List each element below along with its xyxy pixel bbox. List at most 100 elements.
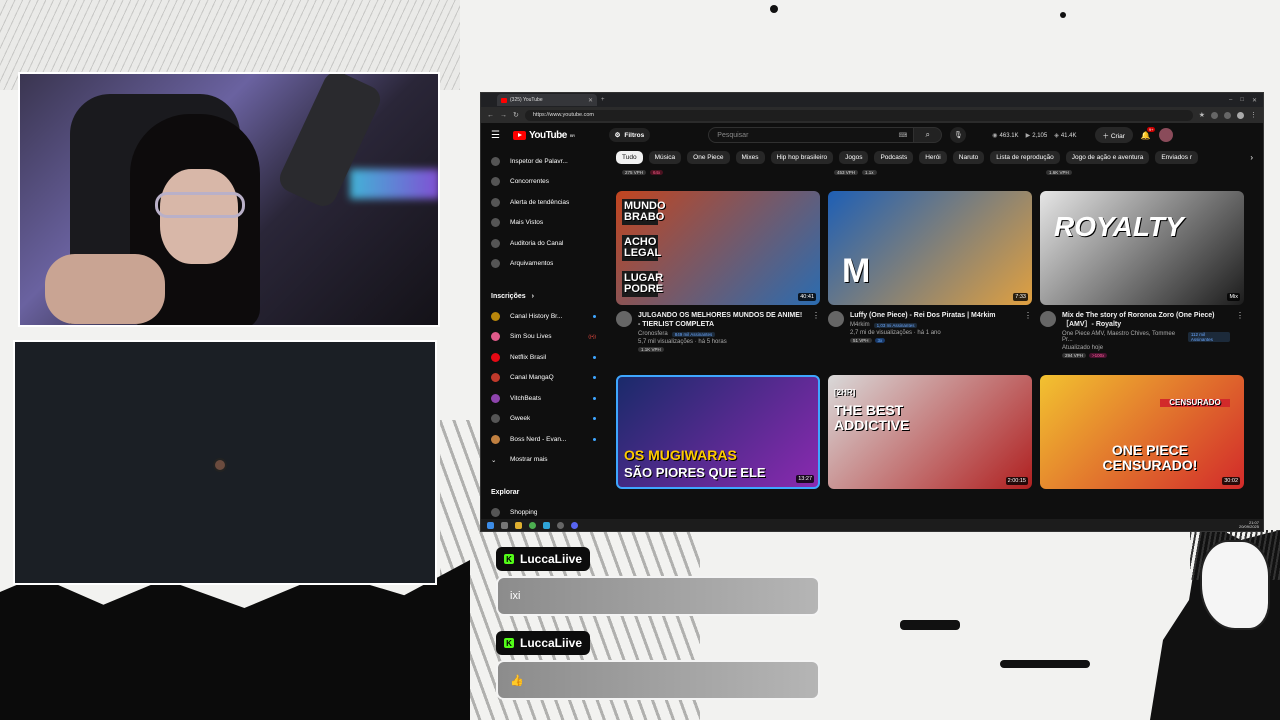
star-icon[interactable]: ★ bbox=[1199, 111, 1205, 119]
thumbnail-text: SÃO PIORES QUE ELE bbox=[624, 465, 766, 480]
video-title[interactable]: Luffy (One Piece) - Rei Dos Piratas | M4… bbox=[850, 311, 1018, 320]
video-thumbnail[interactable]: ROYALTY Mix bbox=[1040, 191, 1244, 305]
chip-10[interactable]: Jogo de ação e aventura bbox=[1065, 150, 1150, 164]
search-button[interactable]: ⌕ bbox=[914, 127, 943, 143]
channel-name[interactable]: M4rkim 1,03 mi Assinantes bbox=[850, 322, 1018, 328]
vph-metric: 453 VPH 1.1x bbox=[828, 169, 1040, 175]
video-thumbnail[interactable]: [2HR] THE BEST ADDICTIVE 2:00:15 bbox=[828, 375, 1032, 489]
chip-3[interactable]: Mixes bbox=[735, 150, 765, 164]
extension-icon[interactable] bbox=[1224, 111, 1231, 119]
video-thumbnail[interactable]: OS MUGIWARAS SÃO PIORES QUE ELE 13:27 bbox=[616, 375, 820, 489]
sidebar-item-tool[interactable]: Arquivamentos bbox=[491, 254, 596, 275]
minimize-icon[interactable]: – bbox=[1229, 97, 1232, 104]
chevron-right-icon[interactable]: › bbox=[1250, 153, 1253, 162]
explore-header: Explorar bbox=[491, 488, 520, 496]
channel-avatar[interactable] bbox=[616, 311, 632, 327]
show-more-button[interactable]: ⌄ Mostrar mais bbox=[491, 450, 596, 471]
sidebar-item-subscription[interactable]: Canal History Br... bbox=[491, 306, 596, 327]
hamburger-menu-icon[interactable]: ☰ bbox=[491, 130, 505, 141]
channel-avatar bbox=[491, 311, 500, 321]
profile-icon[interactable] bbox=[1237, 111, 1244, 119]
sidebar-item-subscription[interactable]: Sim Sou Lives ((•)) bbox=[491, 327, 596, 348]
channel-avatar[interactable] bbox=[1040, 311, 1056, 327]
extension-icon[interactable] bbox=[1211, 111, 1218, 119]
chrome-icon[interactable] bbox=[529, 521, 536, 529]
close-icon[interactable]: ✕ bbox=[588, 97, 593, 104]
sidebar-item-tool[interactable]: Auditoria do Canal bbox=[491, 233, 596, 254]
sidebar-item-tool[interactable]: Inspetor de Palavr... bbox=[491, 151, 596, 172]
sidebar-item-subscription[interactable]: Netflix Brasil bbox=[491, 347, 596, 368]
video-card[interactable]: ROYALTY Mix Mix de The story of Roronoa Zo… bbox=[1040, 191, 1244, 367]
file-explorer-icon[interactable] bbox=[515, 521, 522, 529]
discord-icon[interactable] bbox=[571, 521, 578, 529]
subscriber-count: 1,03 mi Assinantes bbox=[873, 322, 918, 328]
back-icon[interactable]: ← bbox=[487, 112, 494, 119]
channel-name[interactable]: Cronosfera 849 mil Assinantes bbox=[638, 331, 806, 337]
keyboard-icon[interactable]: ⌨ bbox=[899, 132, 908, 139]
sidebar-item-tool[interactable]: Mais Vistos bbox=[491, 213, 596, 234]
video-thumbnail[interactable]: MUNDO BRABO ACHO LEGAL LUGAR PODRE 40:41 bbox=[616, 191, 820, 305]
chip-0[interactable]: Tudo bbox=[616, 150, 643, 164]
tab-youtube[interactable]: (325) YouTube ✕ bbox=[497, 94, 597, 106]
sidebar-item-label: VitchBeats bbox=[510, 394, 541, 402]
chip-1[interactable]: Música bbox=[648, 150, 682, 164]
account-avatar[interactable] bbox=[1158, 128, 1173, 142]
forward-icon[interactable]: → bbox=[500, 112, 507, 119]
more-options-icon[interactable]: ⋮ bbox=[812, 311, 820, 367]
url-input[interactable]: https://www.youtube.com bbox=[524, 109, 1193, 121]
search-input[interactable]: Pesquisar ⌨ bbox=[708, 127, 915, 143]
chip-9[interactable]: Lista de reprodução bbox=[990, 150, 1060, 164]
chip-5[interactable]: Jogos bbox=[839, 150, 869, 164]
youtube-logo-icon bbox=[513, 130, 526, 140]
reload-icon[interactable]: ↻ bbox=[513, 111, 519, 119]
video-title[interactable]: JULGANDO OS MELHORES MUNDOS DE ANIME! - … bbox=[638, 311, 806, 329]
video-thumbnail[interactable]: M 7:33 bbox=[828, 191, 1032, 305]
video-card[interactable]: MUNDO BRABO ACHO LEGAL LUGAR PODRE 40:41 JUL… bbox=[616, 191, 820, 367]
sidebar-item-subscription[interactable]: VitchBeats bbox=[491, 388, 596, 409]
search-icon[interactable] bbox=[501, 521, 508, 529]
video-thumbnail[interactable]: CENSURADO ONE PIECE CENSURADO! 30:02 bbox=[1040, 375, 1244, 489]
thumbnail-text: LUGAR PODRE bbox=[622, 271, 664, 297]
sidebar-item-tool[interactable]: Concorrentes bbox=[491, 172, 596, 193]
chip-4[interactable]: Hip hop brasileiro bbox=[770, 150, 834, 164]
video-card[interactable]: [2HR] THE BEST ADDICTIVE 2:00:15 bbox=[828, 375, 1032, 489]
menu-icon[interactable]: ⋮ bbox=[1250, 111, 1257, 119]
windows-start-icon[interactable] bbox=[487, 521, 494, 529]
channel-name-text: Cronosfera bbox=[638, 331, 668, 338]
video-card[interactable]: M 7:33 Luffy (One Piece) - Rei Dos Piratas… bbox=[828, 191, 1032, 367]
vph-multiplier: 1.1x bbox=[862, 169, 877, 175]
shopping-bag-icon bbox=[491, 507, 500, 517]
maximize-icon[interactable]: □ bbox=[1240, 97, 1244, 104]
chip-7[interactable]: Herói bbox=[919, 150, 947, 164]
subscriptions-header[interactable]: Inscrições › bbox=[491, 286, 596, 306]
video-card[interactable]: OS MUGIWARAS SÃO PIORES QUE ELE 13:27 bbox=[616, 375, 820, 489]
thumbnail-text: ROYALTY bbox=[1054, 211, 1184, 242]
video-card[interactable]: CENSURADO ONE PIECE CENSURADO! 30:02 bbox=[1040, 375, 1244, 489]
more-options-icon[interactable]: ⋮ bbox=[1024, 311, 1032, 367]
ink-splat bbox=[900, 620, 960, 630]
sidebar-item-subscription[interactable]: Canal MangaQ bbox=[491, 368, 596, 389]
more-options-icon[interactable]: ⋮ bbox=[1236, 311, 1244, 367]
sidebar-item-subscription[interactable]: Gweek bbox=[491, 409, 596, 430]
voice-search-button[interactable]: 🎙 bbox=[950, 127, 967, 143]
search-icon: ⌕ bbox=[925, 130, 931, 139]
chip-6[interactable]: Podcasts bbox=[874, 150, 914, 164]
chip-8[interactable]: Naruto bbox=[952, 150, 985, 164]
create-button[interactable]: ＋ Criar bbox=[1094, 127, 1133, 143]
sidebar-item-label: Concorrentes bbox=[510, 178, 550, 186]
new-tab-icon[interactable]: + bbox=[601, 97, 605, 103]
close-window-icon[interactable]: ✕ bbox=[1252, 97, 1257, 104]
chip-11[interactable]: Enviados r bbox=[1155, 150, 1199, 164]
youtube-logo[interactable]: YouTube BR bbox=[513, 130, 575, 141]
notifications-bell-icon[interactable]: 🔔 9+ bbox=[1141, 126, 1156, 140]
video-title[interactable]: Mix de The story of Roronoa Zoro (One Pi… bbox=[1062, 311, 1230, 329]
chip-2[interactable]: One Piece bbox=[687, 150, 730, 164]
sidebar-item-tool[interactable]: Alerta de tendências bbox=[491, 192, 596, 213]
obs-icon[interactable] bbox=[557, 521, 564, 529]
sidebar-item-subscription[interactable]: Boss Nerd - Evan... bbox=[491, 429, 596, 450]
channel-avatar[interactable] bbox=[828, 311, 844, 327]
channel-name[interactable]: One Piece AMV, Maestro Chives, Tommee Pr… bbox=[1062, 331, 1230, 343]
anime-character bbox=[1200, 540, 1270, 630]
edge-icon[interactable] bbox=[543, 521, 550, 529]
filters-button[interactable]: ⚙ Filtros bbox=[608, 128, 651, 142]
